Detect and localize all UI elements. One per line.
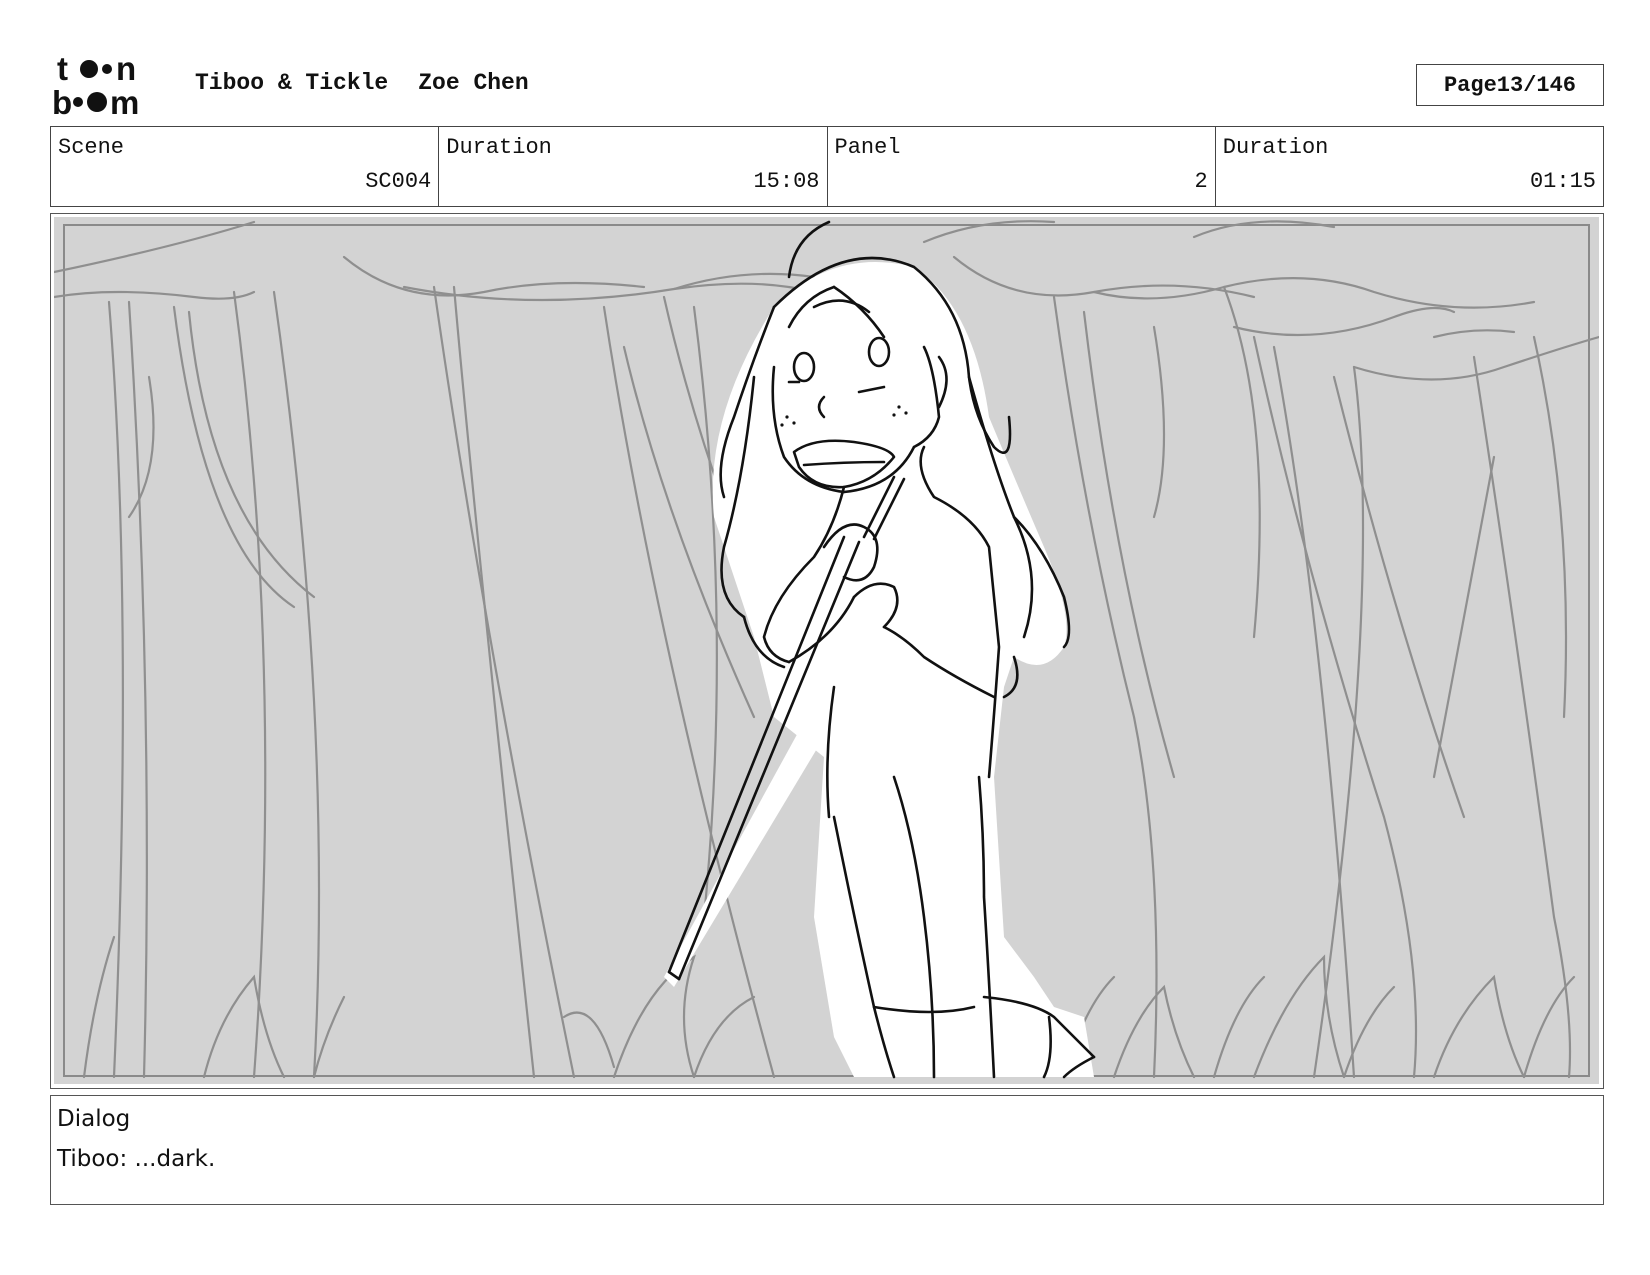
panel-value: 2 [1194, 169, 1208, 194]
svg-text:n: n [116, 52, 136, 87]
svg-text:b: b [52, 84, 72, 116]
dialog-label: Dialog [57, 1106, 131, 1132]
panel-duration-cell: Duration 01:15 [1216, 127, 1603, 206]
toon-boom-logo: t n b m [52, 52, 139, 116]
page-counter: Page 13/146 [1416, 64, 1604, 106]
dialog-text: Tiboo: ...dark. [57, 1146, 216, 1172]
header-title: Tiboo & Tickle Zoe Chen [195, 70, 559, 96]
scene-duration-cell: Duration 15:08 [439, 127, 828, 206]
page-label: Page [1443, 72, 1497, 98]
scene-label: Scene [58, 135, 125, 160]
scene-value: SC004 [365, 169, 432, 194]
page-number: 13/146 [1496, 72, 1577, 98]
storyboard-panel [50, 213, 1604, 1089]
scene-duration-value: 15:08 [753, 169, 820, 194]
project-name: Tiboo & Tickle [195, 70, 389, 96]
scene-cell: Scene SC004 [51, 127, 440, 206]
scene-info-table: Scene SC004 Duration 15:08 Panel 2 Durat… [50, 126, 1604, 207]
svg-text:m: m [110, 84, 139, 116]
dialog-box: Dialog Tiboo: ...dark. [50, 1095, 1604, 1205]
scene-duration-label: Duration [446, 135, 552, 160]
svg-text:t: t [57, 52, 68, 87]
panel-label: Panel [834, 135, 901, 160]
panel-cell: Panel 2 [828, 127, 1216, 206]
artist-name: Zoe Chen [418, 70, 529, 96]
panel-duration-value: 01:15 [1529, 169, 1596, 194]
panel-sketch-image [54, 217, 1599, 1084]
panel-duration-label: Duration [1222, 135, 1329, 160]
